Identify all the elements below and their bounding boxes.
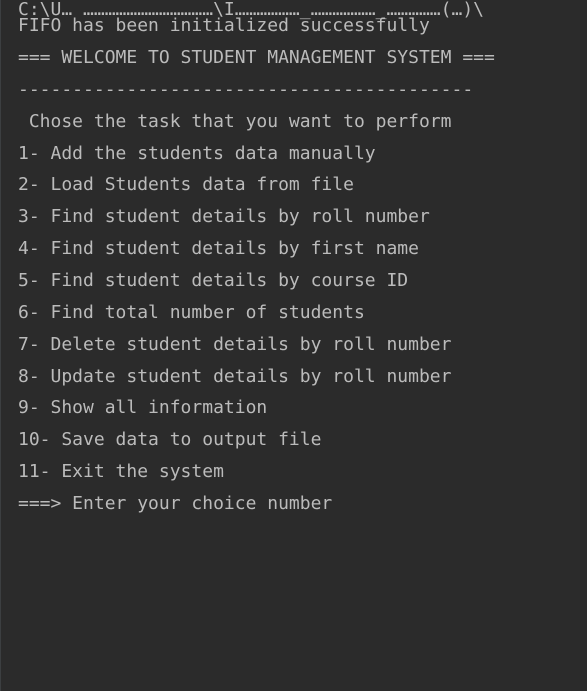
menu-option-6: 6- Find total number of students (18, 302, 365, 323)
menu-option-7: 7- Delete student details by roll number (18, 334, 452, 355)
menu-option-10: 10- Save data to output file (18, 429, 322, 450)
menu-option-5: 5- Find student details by course ID (18, 270, 409, 291)
console-line-init: FIFO has been initialized successfully (18, 15, 430, 36)
console-line-separator: ----------------------------------------… (18, 79, 474, 100)
menu-option-11: 11- Exit the system (18, 461, 224, 482)
menu-option-3: 3- Find student details by roll number (18, 206, 430, 227)
console-line-welcome: === WELCOME TO STUDENT MANAGEMENT SYSTEM… (18, 47, 495, 68)
console-output[interactable]: C:\U… ………………………………\I………………_………………_……………(… (0, 0, 587, 691)
console-input-prompt[interactable]: ===> Enter your choice number (18, 488, 332, 520)
menu-option-2: 2- Load Students data from file (18, 174, 354, 195)
console-line-prompt-header: Chose the task that you want to perform (18, 111, 452, 132)
menu-option-9: 9- Show all information (18, 397, 268, 418)
menu-option-4: 4- Find student details by first name (18, 238, 419, 259)
menu-option-8: 8- Update student details by roll number (18, 366, 452, 387)
menu-option-1: 1- Add the students data manually (18, 143, 376, 164)
